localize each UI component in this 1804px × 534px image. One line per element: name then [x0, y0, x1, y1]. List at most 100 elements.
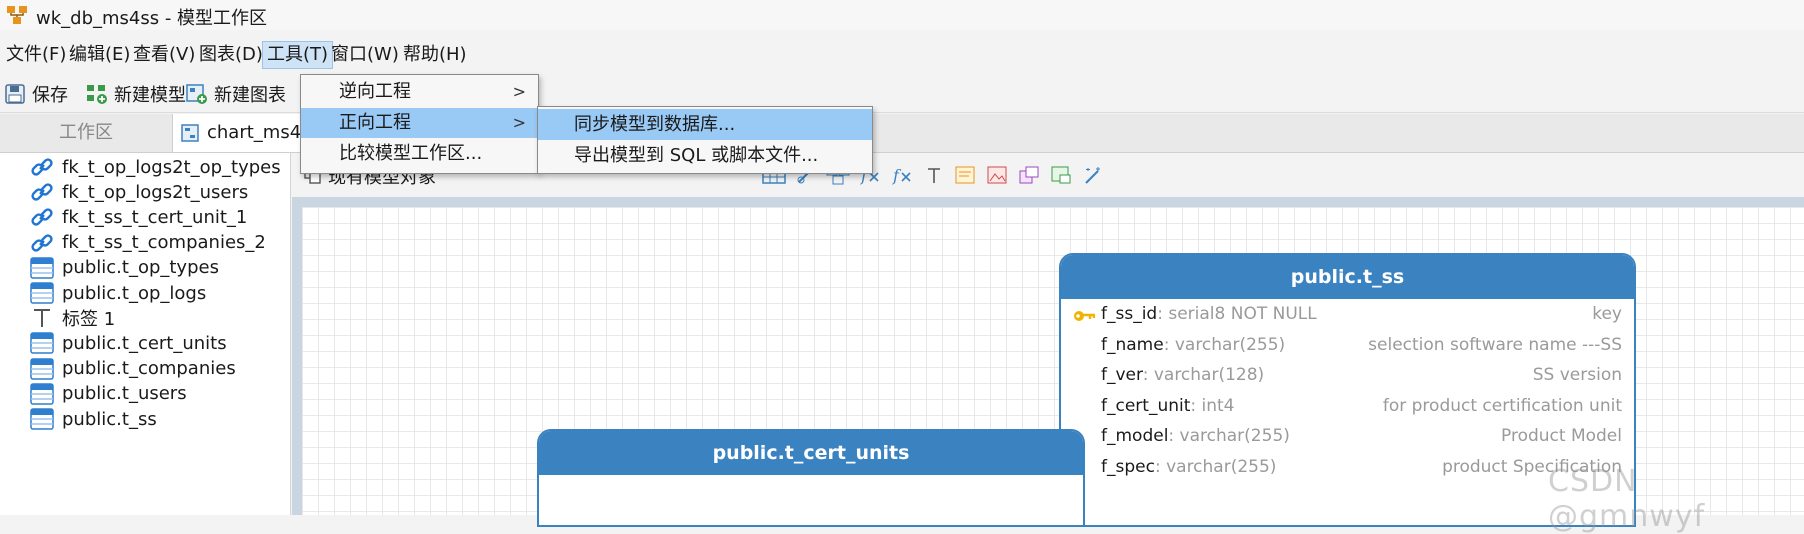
field-row[interactable]: f_model: varchar(255) Product Model: [1061, 421, 1634, 452]
menu-file[interactable]: 文件(F): [2, 42, 70, 68]
menu-diagram[interactable]: 图表(D): [195, 42, 267, 68]
new-model-icon: [87, 85, 107, 104]
field-name: f_model: [1101, 426, 1169, 446]
field-name: f_ver: [1101, 365, 1143, 385]
tree-item[interactable]: public.t_users: [28, 380, 187, 408]
tree-item-label: fk_t_ss_t_companies_2: [62, 232, 266, 254]
watermark: CSDN @gmnwyf: [1548, 464, 1706, 534]
link-icon: [28, 180, 56, 204]
new-diagram-button[interactable]: 新建图表: [186, 80, 286, 108]
tree-item-label: public.t_users: [62, 383, 187, 405]
field-name: f_name: [1101, 334, 1164, 355]
link-icon: [28, 205, 56, 229]
svg-text:f: f: [892, 166, 902, 185]
tab-workspace[interactable]: 工作区: [0, 114, 173, 152]
table-icon: [28, 407, 56, 431]
table-title: public.t_cert_units: [539, 431, 1083, 475]
field-name: f_cert_unit: [1101, 395, 1191, 416]
menu-item-reverse-engineering[interactable]: 逆向工程 >: [301, 77, 538, 107]
field-comment: Product Model: [1501, 426, 1622, 446]
field-type: : varchar(255): [1163, 334, 1286, 355]
new-diagram-icon: [186, 84, 207, 104]
table-title: public.t_ss: [1061, 255, 1634, 299]
tree-item-label: public.t_cert_units: [62, 332, 227, 354]
menu-item-export-sql[interactable]: 导出模型到 SQL 或脚本文件...: [538, 140, 872, 171]
field-row[interactable]: f_ver: varchar(128) SS version: [1061, 360, 1634, 391]
tree-item-label: fk_t_op_logs2t_users: [62, 181, 249, 203]
menu-item-label: 正向工程: [339, 112, 411, 133]
field-type: : varchar(255): [1168, 426, 1290, 446]
menu-window[interactable]: 窗口(W): [327, 42, 403, 68]
model-object-tree: fk_t_op_logs2t_op_types fk_t_op_logs2t_us…: [0, 153, 291, 515]
field-comment: for product certification unit: [1382, 395, 1622, 416]
tree-item[interactable]: fk_t_op_logs2t_op_types: [28, 153, 281, 181]
tree-item[interactable]: fk_t_ss_t_cert_unit_1: [28, 203, 247, 231]
tree-item[interactable]: public.t_op_logs: [28, 279, 206, 307]
field-name: f_ss_id: [1101, 304, 1158, 324]
field-comment: SS version: [1532, 365, 1622, 385]
window-title: wk_db_ms4ss - 模型工作区: [36, 8, 268, 29]
field-comment: selection software name ---SS: [1368, 334, 1622, 355]
table-icon: [28, 281, 56, 305]
tree-item-label: public.t_op_logs: [62, 282, 207, 304]
shape-tool-icon[interactable]: [1018, 165, 1040, 185]
save-button[interactable]: 保存: [4, 80, 68, 108]
table-icon: [28, 357, 56, 381]
tab-strip: 工作区 chart_ms4ss: [0, 114, 1804, 153]
field-type: : varchar(128): [1142, 365, 1265, 385]
field-list: f_ss_id: serial8 NOT NULL key f_name: varc…: [1061, 299, 1634, 482]
menu-item-forward-engineering[interactable]: 正向工程 >: [301, 108, 538, 138]
main-toolbar: 保存 新建模型 新建图表: [0, 74, 1804, 113]
title-bar: wk_db_ms4ss - 模型工作区: [0, 0, 1804, 30]
tree-item[interactable]: public.t_ss: [28, 405, 157, 433]
new-model-label: 新建模型: [114, 85, 186, 106]
link-icon: [28, 155, 56, 179]
new-model-button[interactable]: 新建模型: [86, 80, 186, 108]
procedure-tool-icon[interactable]: f: [892, 165, 914, 185]
note-tool-icon[interactable]: [954, 165, 976, 185]
model-app-icon: [7, 6, 27, 24]
layer-tool-icon[interactable]: [1050, 165, 1072, 185]
tree-item[interactable]: public.t_op_types: [28, 254, 219, 282]
tree-item[interactable]: fk_t_op_logs2t_users: [28, 178, 248, 206]
link-icon: [28, 231, 56, 255]
field-comment: key: [1592, 304, 1622, 324]
field-row[interactable]: f_ss_id: serial8 NOT NULL key: [1061, 299, 1634, 330]
menu-item-label: 逆向工程: [339, 81, 411, 102]
tree-item-label: fk_t_op_logs2t_op_types: [62, 156, 281, 178]
menu-edit[interactable]: 编辑(E): [65, 42, 134, 68]
submenu-arrow-icon: >: [512, 82, 526, 101]
save-label: 保存: [32, 85, 68, 106]
menu-item-label: 比较模型工作区...: [339, 143, 483, 164]
tools-menu: 逆向工程 > 正向工程 > 比较模型工作区...: [300, 74, 539, 174]
table-icon: [28, 382, 56, 406]
menu-view[interactable]: 查看(V): [129, 42, 199, 68]
table-icon: [28, 256, 56, 280]
menu-help[interactable]: 帮助(H): [399, 42, 471, 68]
field-type: : int4: [1190, 395, 1235, 416]
diagram-tab-icon: [181, 124, 199, 142]
tree-item[interactable]: public.t_companies: [28, 355, 236, 383]
menu-tools[interactable]: 工具(T): [262, 41, 334, 69]
field-type: : varchar(255): [1154, 456, 1277, 477]
tree-item-label: public.t_ss: [62, 408, 157, 430]
new-diagram-label: 新建图表: [214, 85, 286, 106]
menu-item-compare-workspace[interactable]: 比较模型工作区...: [301, 139, 538, 169]
label-icon: [28, 306, 56, 330]
tree-item[interactable]: fk_t_ss_t_companies_2: [28, 229, 266, 257]
field-row[interactable]: f_cert_unit: int4 for product certificati…: [1061, 391, 1634, 422]
field-row[interactable]: f_name: varchar(255) selection software n…: [1061, 330, 1634, 361]
table-icon: [28, 331, 56, 355]
tree-item-label: 标签 1: [62, 309, 116, 331]
tree-item[interactable]: 标签 1: [28, 304, 115, 332]
tree-item-label: public.t_companies: [62, 358, 236, 380]
tree-item[interactable]: public.t_cert_units: [28, 329, 227, 357]
image-tool-icon[interactable]: [986, 165, 1008, 185]
submenu-arrow-icon: >: [512, 113, 526, 132]
forward-engineering-submenu: 同步模型到数据库... 导出模型到 SQL 或脚本文件...: [537, 106, 873, 174]
magic-tool-icon[interactable]: [1082, 165, 1104, 185]
table-box-t_cert_units[interactable]: public.t_cert_units: [537, 429, 1085, 527]
separator-icon: [928, 168, 940, 183]
menu-item-sync-to-database[interactable]: 同步模型到数据库...: [538, 109, 872, 140]
menu-bar: 文件(F) 编辑(E) 查看(V) 图表(D) 工具(T) 窗口(W) 帮助(H…: [0, 38, 1804, 70]
